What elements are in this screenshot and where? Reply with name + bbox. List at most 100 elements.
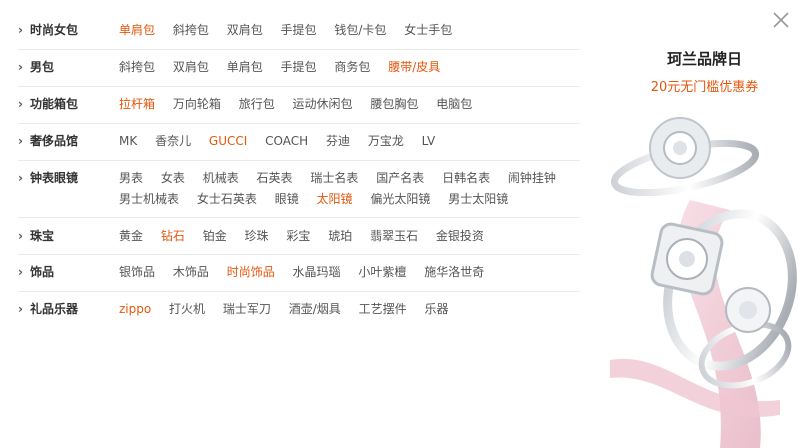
category-link[interactable]: 酒壶/烟具: [289, 302, 341, 316]
category-row: › 男包 斜挎包 双肩包 单肩包 手提包 商务包 腰带/皮具: [18, 57, 580, 87]
category-link[interactable]: 男表: [119, 171, 143, 185]
category-link[interactable]: 琥珀: [328, 229, 352, 243]
category-row: › 钟表眼镜 男表 女表 机械表 石英表 瑞士名表 国产名表 日韩名表 闹钟挂钟 男…: [18, 168, 580, 218]
category-link[interactable]: 拉杆箱: [119, 97, 155, 111]
category-label: 礼品乐器: [30, 302, 79, 316]
category-title[interactable]: › 功能箱包: [18, 94, 78, 114]
category-label: 珠宝: [30, 229, 55, 243]
category-link[interactable]: 机械表: [203, 171, 239, 185]
category-link[interactable]: 钻石: [161, 229, 185, 243]
category-link[interactable]: 女士石英表: [197, 192, 257, 206]
category-label: 功能箱包: [30, 97, 79, 111]
category-items: zippo 打火机 瑞士军刀 酒壶/烟具 工艺摆件 乐器: [119, 299, 579, 320]
category-link[interactable]: 腰包胸包: [370, 97, 418, 111]
category-row: › 礼品乐器 zippo 打火机 瑞士军刀 酒壶/烟具 工艺摆件 乐器: [18, 299, 580, 328]
chevron-right-icon: ›: [18, 265, 23, 279]
category-link[interactable]: zippo: [119, 302, 151, 316]
category-items: 单肩包 斜挎包 双肩包 手提包 钱包/卡包 女士手包: [119, 20, 579, 41]
category-link[interactable]: 金银投资: [436, 229, 484, 243]
category-link[interactable]: 闹钟挂钟: [508, 171, 556, 185]
category-link[interactable]: 木饰品: [173, 265, 209, 279]
category-items: 男表 女表 机械表 石英表 瑞士名表 国产名表 日韩名表 闹钟挂钟 男士机械表 …: [119, 168, 579, 210]
category-label: 奢侈品馆: [30, 134, 79, 148]
category-link[interactable]: 日韩名表: [442, 171, 490, 185]
rings-image: [610, 117, 797, 448]
category-link[interactable]: 香奈儿: [155, 134, 191, 148]
category-title[interactable]: › 男包: [18, 57, 54, 77]
category-items: 黄金 钻石 铂金 珍珠 彩宝 琥珀 翡翠玉石 金银投资: [119, 226, 579, 247]
category-label: 饰品: [30, 265, 55, 279]
category-link[interactable]: 钱包/卡包: [334, 23, 386, 37]
category-link[interactable]: 电脑包: [436, 97, 472, 111]
category-title[interactable]: › 饰品: [18, 262, 54, 282]
chevron-right-icon: ›: [18, 134, 23, 148]
category-row: › 功能箱包 拉杆箱 万向轮箱 旅行包 运动休闲包 腰包胸包 电脑包: [18, 94, 580, 124]
category-row: › 饰品 银饰品 木饰品 时尚饰品 水晶玛瑙 小叶紫檀 施华洛世奇: [18, 262, 580, 292]
category-link[interactable]: 男士机械表: [119, 192, 179, 206]
chevron-right-icon: ›: [18, 97, 23, 111]
category-link[interactable]: 彩宝: [286, 229, 310, 243]
category-link[interactable]: 女表: [161, 171, 185, 185]
chevron-right-icon: ›: [18, 23, 23, 37]
category-link[interactable]: 单肩包: [227, 60, 263, 74]
category-items: 斜挎包 双肩包 单肩包 手提包 商务包 腰带/皮具: [119, 57, 579, 78]
category-link[interactable]: 运动休闲包: [293, 97, 353, 111]
category-link[interactable]: 工艺摆件: [359, 302, 407, 316]
category-link[interactable]: 银饰品: [119, 265, 155, 279]
category-title[interactable]: › 珠宝: [18, 226, 54, 246]
category-title[interactable]: › 钟表眼镜: [18, 168, 78, 188]
category-link[interactable]: COACH: [265, 134, 308, 148]
category-link[interactable]: 眼镜: [275, 192, 299, 206]
category-link[interactable]: 小叶紫檀: [358, 265, 406, 279]
category-link[interactable]: GUCCI: [209, 134, 247, 148]
category-link[interactable]: 女士手包: [404, 23, 452, 37]
category-link[interactable]: 施华洛世奇: [424, 265, 484, 279]
category-link[interactable]: 黄金: [119, 229, 143, 243]
category-link[interactable]: 时尚饰品: [227, 265, 275, 279]
category-link[interactable]: 万向轮箱: [173, 97, 221, 111]
category-link[interactable]: 瑞士名表: [310, 171, 358, 185]
category-link[interactable]: 双肩包: [227, 23, 263, 37]
category-label: 钟表眼镜: [30, 171, 79, 185]
category-row: › 时尚女包 单肩包 斜挎包 双肩包 手提包 钱包/卡包 女士手包: [18, 20, 580, 50]
category-link[interactable]: 瑞士军刀: [223, 302, 271, 316]
category-link[interactable]: 手提包: [281, 23, 317, 37]
category-title[interactable]: › 奢侈品馆: [18, 131, 78, 151]
category-link[interactable]: 芬迪: [326, 134, 350, 148]
category-title[interactable]: › 礼品乐器: [18, 299, 78, 319]
chevron-right-icon: ›: [18, 171, 23, 185]
category-link[interactable]: 翡翠玉石: [370, 229, 418, 243]
category-label: 男包: [30, 60, 55, 74]
category-link[interactable]: 水晶玛瑙: [293, 265, 341, 279]
category-link[interactable]: 双肩包: [173, 60, 209, 74]
category-link[interactable]: 斜挎包: [173, 23, 209, 37]
chevron-right-icon: ›: [18, 302, 23, 316]
category-row: › 奢侈品馆 MK 香奈儿 GUCCI COACH 芬迪 万宝龙 LV: [18, 131, 580, 161]
category-row: › 珠宝 黄金 钻石 铂金 珍珠 彩宝 琥珀 翡翠玉石 金银投资: [18, 226, 580, 255]
chevron-right-icon: ›: [18, 229, 23, 243]
category-link[interactable]: 斜挎包: [119, 60, 155, 74]
category-link[interactable]: 商务包: [334, 60, 370, 74]
category-link[interactable]: MK: [119, 134, 137, 148]
category-link[interactable]: 珍珠: [245, 229, 269, 243]
category-link[interactable]: 男士太阳镜: [448, 192, 508, 206]
category-link[interactable]: 单肩包: [119, 23, 155, 37]
category-link[interactable]: 打火机: [169, 302, 205, 316]
chevron-right-icon: ›: [18, 60, 23, 74]
category-title[interactable]: › 时尚女包: [18, 20, 78, 40]
category-link[interactable]: 太阳镜: [317, 192, 353, 206]
promo-banner[interactable]: 珂兰品牌日 20元无门槛优惠券: [610, 0, 799, 448]
category-link[interactable]: 乐器: [424, 302, 448, 316]
category-link[interactable]: 石英表: [257, 171, 293, 185]
category-link[interactable]: 手提包: [281, 60, 317, 74]
category-link[interactable]: 腰带/皮具: [388, 60, 440, 74]
category-items: 拉杆箱 万向轮箱 旅行包 运动休闲包 腰包胸包 电脑包: [119, 94, 579, 115]
category-link[interactable]: 旅行包: [239, 97, 275, 111]
category-link[interactable]: 铂金: [203, 229, 227, 243]
promo-subtitle: 20元无门槛优惠券: [650, 80, 759, 95]
category-link[interactable]: LV: [422, 134, 436, 148]
category-link[interactable]: 国产名表: [376, 171, 424, 185]
category-label: 时尚女包: [30, 23, 79, 37]
category-link[interactable]: 偏光太阳镜: [370, 192, 430, 206]
category-link[interactable]: 万宝龙: [368, 134, 404, 148]
